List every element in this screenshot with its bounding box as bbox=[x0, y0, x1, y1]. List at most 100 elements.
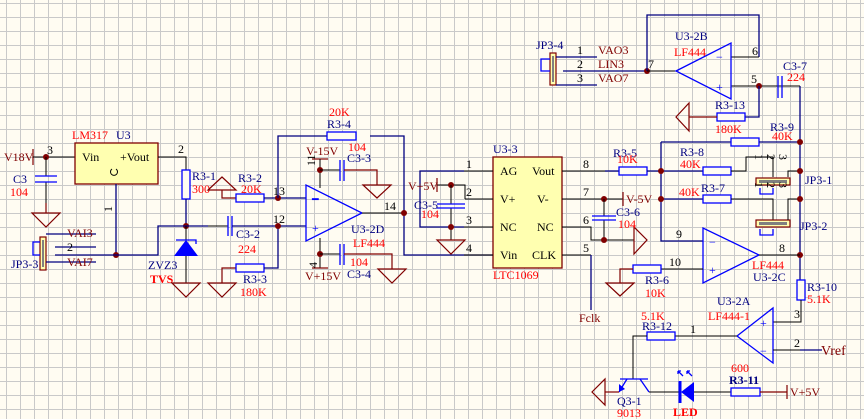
c3-value: 104 bbox=[10, 185, 28, 199]
input-buffer: JP3-4 1 2 3 VAO3 LIN3 VAO7 7 − + U3-2B LF… bbox=[536, 14, 807, 136]
pin-label: 6 bbox=[752, 44, 758, 58]
pin-label: 12 bbox=[273, 212, 285, 226]
pin-label: 5 bbox=[751, 72, 757, 86]
r3-13-value: 180K bbox=[715, 122, 742, 136]
u3-2a-ref: U3-2A bbox=[717, 294, 751, 308]
net-vao7: VAO7 bbox=[598, 71, 628, 85]
c3-2-ref: C3-2 bbox=[236, 227, 260, 241]
r3-3-value: 180K bbox=[240, 285, 267, 299]
r3-3-resistor bbox=[235, 263, 265, 273]
r3-8-value: 40K bbox=[680, 157, 701, 171]
r3-4-resistor bbox=[326, 131, 357, 141]
pin-label: 14 bbox=[384, 199, 396, 213]
pin-vminus: V- bbox=[537, 192, 549, 206]
tvs-value: TVS bbox=[150, 272, 174, 286]
pin-label: 2 bbox=[794, 336, 800, 350]
net-lin3: LIN3 bbox=[598, 57, 624, 71]
r3-12-resistor bbox=[646, 331, 676, 341]
r3-5-resistor bbox=[618, 166, 648, 176]
jp3-4-ref: JP3-4 bbox=[536, 38, 563, 52]
c3-ref: C3 bbox=[13, 172, 27, 186]
c3-5-value: 104 bbox=[421, 207, 439, 221]
pin-label: 1 bbox=[466, 157, 472, 171]
r3-5-value: 10K bbox=[617, 152, 638, 166]
u3-2a-part: LF444-1 bbox=[708, 309, 750, 323]
schematic: V18V 3 LM317 U3 Vin +Vout C3 104 2 R3-1 … bbox=[4, 14, 846, 419]
r3-7-value: 40K bbox=[679, 185, 700, 199]
pin-vout: +Vout bbox=[120, 150, 150, 164]
zvz3-ref: ZVZ3 bbox=[148, 258, 177, 272]
pin-label: 3 bbox=[466, 213, 472, 227]
pin-label: 2 bbox=[178, 142, 184, 156]
lm317-regulator: V18V 3 LM317 U3 Vin +Vout C3 104 2 R3-1 … bbox=[4, 128, 306, 299]
net-v+5v: V+5V bbox=[408, 179, 438, 193]
net-vai7: VAI7 bbox=[67, 255, 93, 269]
reference-stage: +− U3-2A LF444-1 2 Vref 1 5.1K R3-12 Q3-… bbox=[591, 294, 846, 419]
r3-9-value: 40K bbox=[772, 129, 793, 143]
pin-ag: AG bbox=[500, 164, 518, 178]
pin-clk: CLK bbox=[532, 248, 556, 262]
pin-label: 2 bbox=[67, 240, 73, 254]
pin-label: 9 bbox=[676, 227, 682, 241]
led-icon bbox=[677, 370, 694, 403]
u3-3-ref: U3-3 bbox=[493, 142, 518, 156]
pin-label: 7 bbox=[648, 57, 654, 71]
pin-label: 5 bbox=[583, 241, 589, 255]
pin-label: 1 bbox=[577, 43, 583, 57]
net-v+5v: V+5V bbox=[790, 385, 820, 399]
r3-1-ref: R3-1 bbox=[192, 169, 216, 183]
pin-label: 1 bbox=[752, 182, 766, 188]
ground-icon bbox=[361, 184, 393, 199]
r3-6-resistor bbox=[632, 264, 662, 274]
led-label: LED bbox=[673, 405, 698, 419]
ltc1069-filter: U3-3 LTC1069 AG V+ NC Vin Vout V- NC CLK… bbox=[408, 142, 653, 325]
pin-nc: NC bbox=[537, 220, 554, 234]
jp3-1-ref: JP3-1 bbox=[805, 173, 832, 187]
ground-icon bbox=[206, 282, 238, 298]
pin-label: 4 bbox=[466, 241, 472, 255]
net-v+15v: V+15V bbox=[305, 269, 341, 283]
pin-label: 3 bbox=[794, 307, 800, 321]
r3-13-resistor bbox=[716, 112, 746, 122]
pin-label: 10 bbox=[669, 255, 681, 269]
c3-3-ref: C3-3 bbox=[347, 151, 371, 165]
net-fclk: Fclk bbox=[579, 311, 600, 325]
jp3-3-ref: JP3-3 bbox=[11, 257, 38, 271]
lm317-part: LM317 bbox=[72, 128, 108, 142]
c3-4-ref: C3-4 bbox=[347, 267, 371, 281]
pin-label: 1 bbox=[690, 322, 696, 336]
jp3-2-ref: JP3-2 bbox=[800, 219, 827, 233]
pin-vin: Vin bbox=[82, 150, 99, 164]
pin-label: 3 bbox=[776, 182, 790, 188]
ground-icon bbox=[675, 101, 690, 133]
svg-text:+: + bbox=[716, 80, 723, 94]
ground-icon bbox=[604, 282, 636, 297]
r3-6-value: 10K bbox=[645, 286, 666, 300]
tvs-diode-icon bbox=[174, 240, 198, 256]
pin-label: 2 bbox=[577, 57, 583, 71]
ground-icon bbox=[435, 239, 467, 255]
svg-text:−: − bbox=[709, 235, 716, 249]
transistor-q3-1-icon bbox=[618, 378, 650, 393]
pin-label: 6 bbox=[583, 213, 589, 227]
pin-vout: Vout bbox=[532, 164, 555, 178]
pin-label: 2 bbox=[466, 185, 472, 199]
pin-label: 2 bbox=[764, 154, 778, 160]
ground-icon bbox=[170, 282, 202, 298]
net-vai3: VAI3 bbox=[67, 226, 93, 240]
r3-7-ref: R3-7 bbox=[701, 181, 725, 195]
ground-icon bbox=[591, 377, 606, 407]
pin-label: 4 bbox=[306, 262, 320, 268]
r3-1-resistor bbox=[181, 169, 191, 200]
pin-label: 8 bbox=[779, 241, 785, 255]
r3-10-resistor bbox=[796, 279, 806, 301]
u3-2d-part: LF444 bbox=[353, 236, 385, 250]
svg-text:+: + bbox=[709, 263, 716, 277]
pin-label: 7 bbox=[583, 185, 589, 199]
r3-11-resistor bbox=[730, 387, 761, 397]
pin-label: 3 bbox=[577, 71, 583, 85]
u3-2b-ref: U3-2B bbox=[675, 29, 708, 43]
pin-label: 3 bbox=[47, 143, 53, 157]
u3-ref: U3 bbox=[116, 128, 131, 142]
net-vao3: VAO3 bbox=[598, 43, 628, 57]
